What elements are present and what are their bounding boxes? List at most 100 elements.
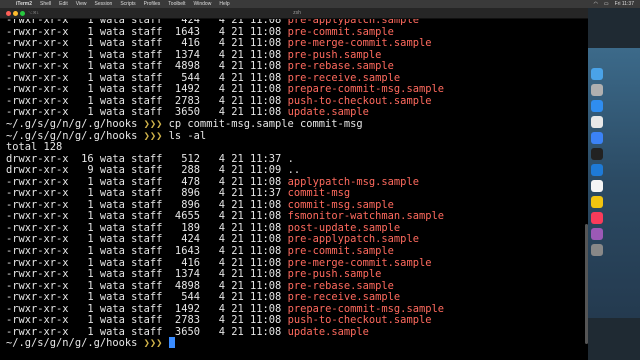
safari-icon[interactable] bbox=[591, 100, 603, 112]
month: 4 bbox=[199, 94, 225, 107]
listing-row: -rwxr-xr-x 1 wata staff 1643 4 21 11:08 … bbox=[6, 26, 394, 38]
menu-item-profiles[interactable]: Profiles bbox=[144, 1, 161, 7]
month: 4 bbox=[199, 106, 225, 119]
listing-row: drwxr-xr-x 16 wata staff 512 4 21 11:37 … bbox=[6, 153, 294, 165]
file-name: post-update.sample bbox=[281, 221, 401, 234]
file-name: .. bbox=[281, 164, 301, 177]
file-name: commit-msg bbox=[281, 187, 351, 200]
group: staff bbox=[124, 25, 163, 38]
text-cursor[interactable] bbox=[168, 337, 175, 349]
listing-row: -rwxr-xr-x 1 wata staff 1374 4 21 11:08 … bbox=[6, 268, 381, 280]
owner: wata bbox=[93, 314, 125, 327]
time: 11:08 bbox=[243, 302, 282, 315]
listing-row: -rwxr-xr-x 1 wata staff 416 4 21 11:08 p… bbox=[6, 257, 431, 269]
permissions: -rwxr-xr-x bbox=[6, 291, 69, 304]
notes-icon[interactable] bbox=[591, 196, 603, 208]
music-icon[interactable] bbox=[591, 212, 603, 224]
permissions: -rwxr-xr-x bbox=[6, 268, 69, 281]
link-count: 1 bbox=[68, 291, 94, 304]
time: 11:08 bbox=[243, 25, 282, 38]
permissions: -rwxr-xr-x bbox=[6, 25, 69, 38]
link-count: 1 bbox=[68, 94, 94, 107]
group: staff bbox=[124, 291, 163, 304]
month: 4 bbox=[199, 325, 225, 338]
owner: wata bbox=[93, 60, 125, 73]
time: 11:08 bbox=[243, 210, 282, 223]
file-size: 288 bbox=[162, 164, 200, 177]
month: 4 bbox=[199, 152, 225, 165]
terminal-output[interactable]: -rwxr-xr-x 1 wata staff 424 4 21 11:08 p… bbox=[0, 19, 592, 360]
menu-item-window[interactable]: Window bbox=[194, 1, 212, 7]
podcasts-icon[interactable] bbox=[591, 228, 603, 240]
link-count: 1 bbox=[68, 187, 94, 200]
time: 11:08 bbox=[243, 256, 282, 269]
mail-icon[interactable] bbox=[591, 132, 603, 144]
group: staff bbox=[124, 71, 163, 84]
menu-item-session[interactable]: Session bbox=[95, 1, 113, 7]
menu-item-edit[interactable]: Edit bbox=[59, 1, 68, 7]
link-count: 1 bbox=[68, 314, 94, 327]
file-size: 424 bbox=[162, 233, 200, 246]
wifi-icon[interactable]: ◠ bbox=[594, 1, 598, 7]
month: 4 bbox=[199, 175, 225, 188]
time: 11:08 bbox=[243, 221, 282, 234]
permissions: -rwxr-xr-x bbox=[6, 325, 69, 338]
listing-row: -rwxr-xr-x 1 wata staff 4898 4 21 11:08 … bbox=[6, 60, 394, 72]
day: 21 bbox=[225, 314, 244, 327]
owner: wata bbox=[93, 302, 125, 315]
owner: wata bbox=[93, 198, 125, 211]
owner: wata bbox=[93, 106, 125, 119]
calendar-icon[interactable] bbox=[591, 180, 603, 192]
menu-item-toolbelt[interactable]: Toolbelt bbox=[168, 1, 185, 7]
prompt-symbol: ❯❯❯ bbox=[137, 337, 169, 350]
link-count: 1 bbox=[68, 210, 94, 223]
permissions: -rwxr-xr-x bbox=[6, 83, 69, 96]
link-count: 1 bbox=[68, 256, 94, 269]
file-size: 1374 bbox=[162, 268, 200, 281]
total-line: total 128 bbox=[6, 141, 63, 154]
menu-item-help[interactable]: Help bbox=[219, 1, 229, 7]
month: 4 bbox=[199, 198, 225, 211]
month: 4 bbox=[199, 279, 225, 292]
listing-row: -rwxr-xr-x 1 wata staff 2783 4 21 11:08 … bbox=[6, 314, 431, 326]
menu-bar: iTerm2 Shell Edit View Session Scripts P… bbox=[0, 0, 640, 8]
chrome-icon[interactable] bbox=[591, 116, 603, 128]
menu-item-scripts[interactable]: Scripts bbox=[120, 1, 135, 7]
owner: wata bbox=[93, 94, 125, 107]
menu-clock[interactable]: Fri 11:37 bbox=[615, 1, 634, 7]
day: 21 bbox=[225, 221, 244, 234]
file-size: 2783 bbox=[162, 314, 200, 327]
finder-icon[interactable] bbox=[591, 68, 603, 80]
link-count: 1 bbox=[68, 245, 94, 257]
file-size: 416 bbox=[162, 37, 200, 50]
settings-icon[interactable] bbox=[591, 244, 603, 256]
file-size: 1643 bbox=[162, 25, 200, 38]
day: 21 bbox=[225, 233, 244, 246]
menu-app-name[interactable]: iTerm2 bbox=[16, 1, 32, 7]
group: staff bbox=[124, 268, 163, 281]
listing-row: -rwxr-xr-x 1 wata staff 478 4 21 11:08 a… bbox=[6, 176, 419, 188]
launchpad-icon[interactable] bbox=[591, 84, 603, 96]
menu-item-view[interactable]: View bbox=[76, 1, 87, 7]
owner: wata bbox=[93, 256, 125, 269]
file-name: . bbox=[281, 152, 294, 165]
vscode-icon[interactable] bbox=[591, 164, 603, 176]
permissions: -rwxr-xr-x bbox=[6, 71, 69, 84]
day: 21 bbox=[225, 48, 244, 61]
month: 4 bbox=[199, 37, 225, 50]
listing-row: -rwxr-xr-x 1 wata staff 544 4 21 11:08 p… bbox=[6, 72, 400, 84]
file-size: 512 bbox=[162, 152, 200, 165]
file-size: 4898 bbox=[162, 60, 200, 73]
owner: wata bbox=[93, 25, 125, 38]
month: 4 bbox=[199, 25, 225, 38]
terminal-icon[interactable] bbox=[591, 148, 603, 160]
owner: wata bbox=[93, 48, 125, 61]
prompt-line: ~/.g/s/g/n/g/.g/hooks ❯❯❯ ls -al bbox=[6, 130, 206, 142]
file-name: applypatch-msg.sample bbox=[281, 175, 419, 188]
menu-item-shell[interactable]: Shell bbox=[40, 1, 51, 7]
file-size: 896 bbox=[162, 187, 200, 200]
file-name: pre-receive.sample bbox=[281, 291, 401, 304]
battery-icon[interactable]: ▭ bbox=[604, 1, 609, 7]
month: 4 bbox=[199, 291, 225, 304]
file-size: 4898 bbox=[162, 279, 200, 292]
